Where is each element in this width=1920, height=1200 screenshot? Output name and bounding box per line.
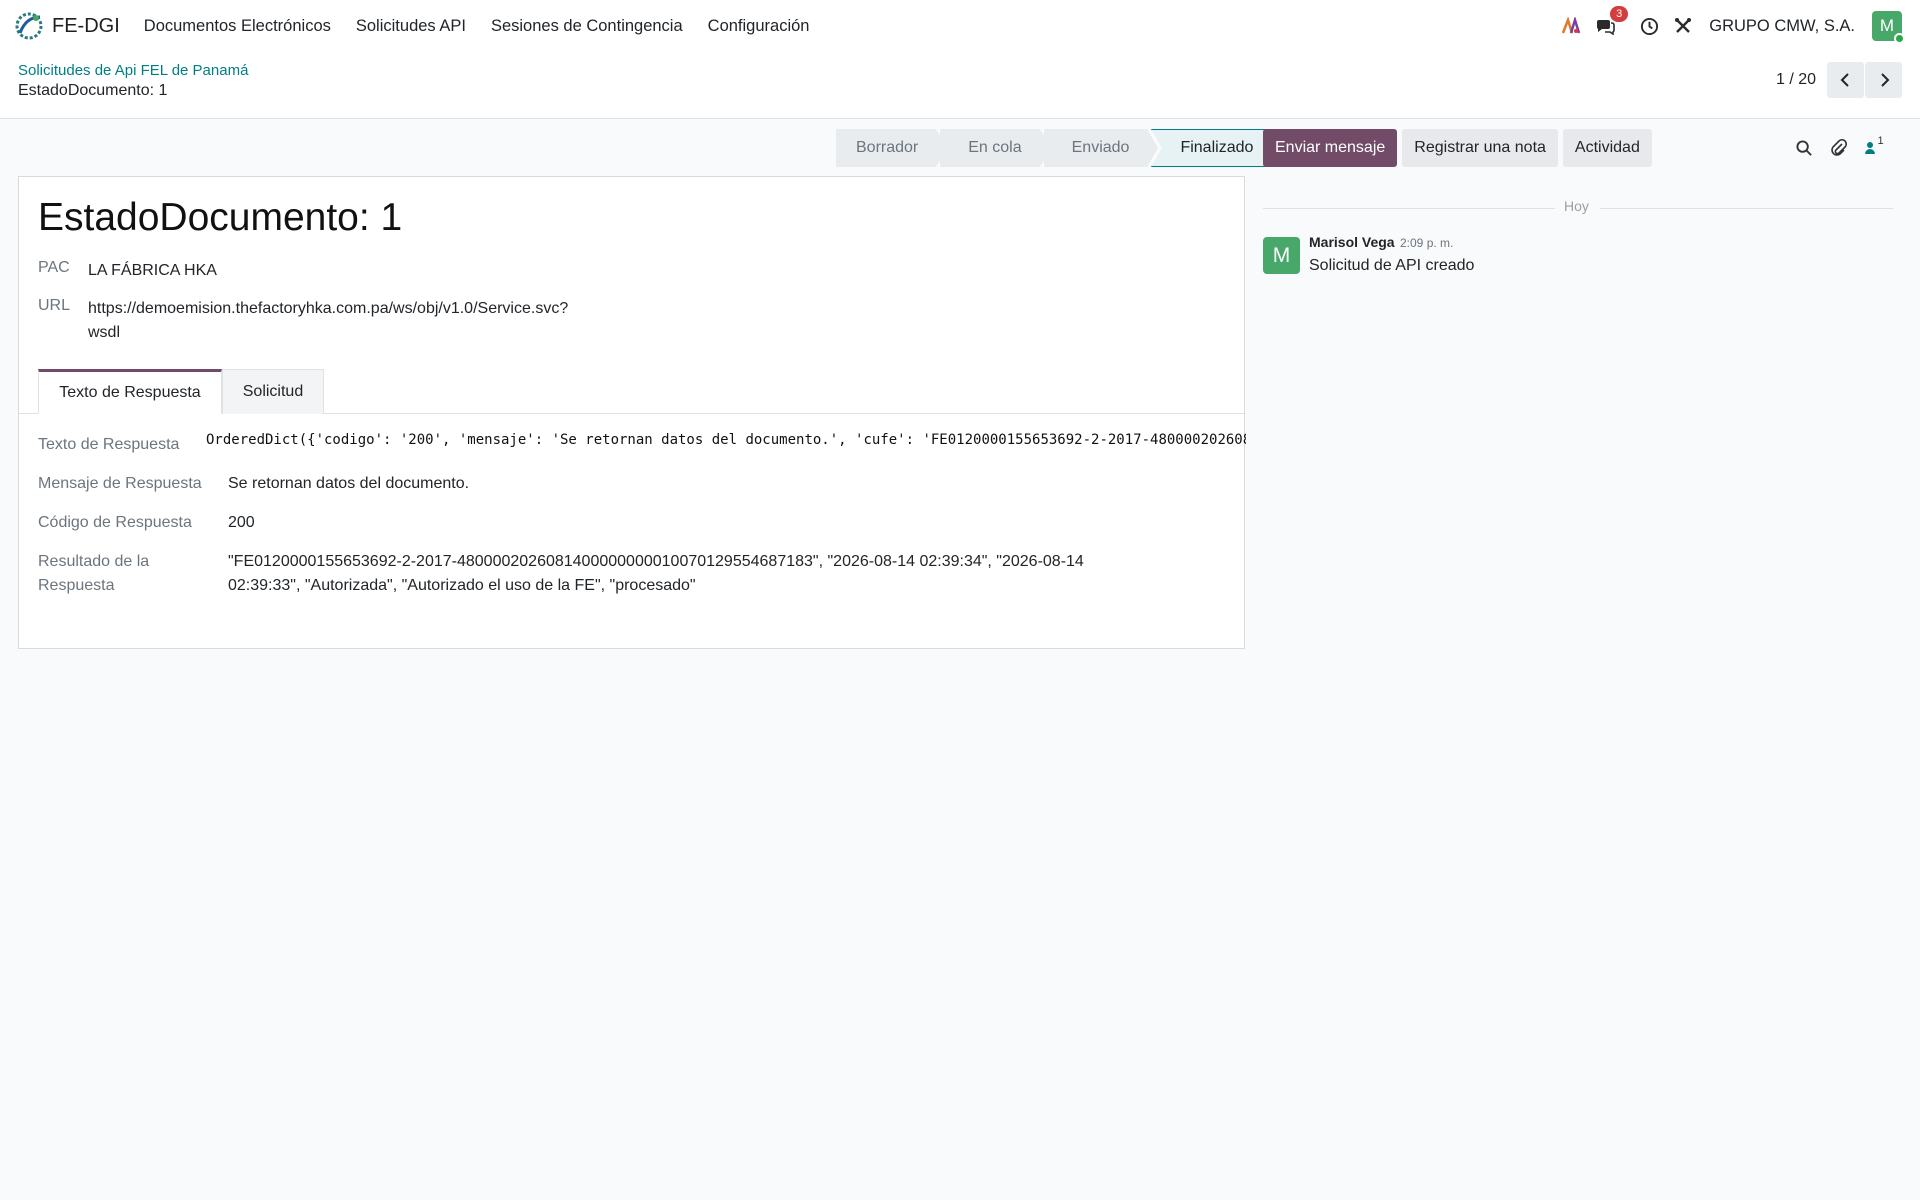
resultado-respuesta-label: Resultado de la Respuesta [38,550,149,598]
message-avatar-letter: M [1272,243,1291,267]
codigo-respuesta-value[interactable]: 200 [228,511,255,535]
tab-texto-de-respuesta[interactable]: Texto de Respuesta [38,369,222,414]
url-value[interactable]: https://demoemision.thefactoryhka.com.pa… [88,297,568,345]
search-icon[interactable] [1793,137,1815,159]
main-menu: Documentos Electrónicos Solicitudes API … [144,17,835,36]
app-logo-icon [15,12,43,40]
url-value-line1: https://demoemision.thefactoryhka.com.pa… [88,300,569,317]
user-avatar[interactable]: M [1872,11,1905,44]
followers-button[interactable]: 1 [1863,135,1885,159]
notebook-tabs: Texto de Respuesta Solicitud [19,369,1244,414]
chat-icon[interactable]: 3 [1594,6,1629,37]
user-icon [1865,142,1876,154]
message-count-badge: 3 [1610,6,1629,22]
brand[interactable]: FE-DGI [14,11,120,41]
breadcrumb-current-record: EstadoDocumento: 1 [18,82,168,99]
url-field: URL https://demoemision.thefactoryhka.co… [38,297,568,345]
app-name: FE-DGI [52,14,120,37]
message-author[interactable]: Marisol Vega [1309,234,1395,250]
send-message-button[interactable]: Enviar mensaje [1263,129,1398,167]
breadcrumb[interactable]: Solicitudes de Api FEL de Panamá [18,62,248,79]
company-switcher[interactable]: GRUPO CMW, S.A. [1709,17,1855,36]
codigo-respuesta-label: Código de Respuesta [38,514,192,531]
separator-line-left [1263,208,1555,209]
resultado-label-line1: Resultado de la [38,553,150,570]
tools-icon[interactable] [1672,15,1694,37]
date-separator: Hoy [1564,198,1589,214]
tab-solicitud[interactable]: Solicitud [222,369,324,414]
top-navbar: FE-DGI Documentos Electrónicos Solicitud… [0,0,1920,52]
resultado-respuesta-value[interactable]: "FE0120000155653692-2-2017-4800002026081… [228,550,1208,598]
chatter-actions: Enviar mensaje Registrar una nota Activi… [1263,129,1657,167]
chevron-right-icon [1880,73,1889,87]
pager-previous-button[interactable] [1827,62,1864,98]
ai-icon[interactable] [1560,15,1582,37]
navbar-systray: 3 GRUPO CMW, S.A. M [1548,0,1905,52]
pac-label: PAC [38,259,70,276]
message-time: 2:09 p. m. [1400,236,1454,250]
mensaje-respuesta-value[interactable]: Se retornan datos del documento. [228,472,469,496]
pac-field: PAC LA FÁBRICA HKA [38,259,217,283]
url-value-line2: wsdl [88,324,121,341]
chevron-left-icon [1840,73,1849,87]
log-note-button[interactable]: Registrar una nota [1402,129,1558,167]
pager-next-button[interactable] [1865,62,1902,98]
activity-button[interactable]: Actividad [1562,129,1652,167]
menu-configuracion[interactable]: Configuración [708,17,810,36]
menu-sesiones-contingencia[interactable]: Sesiones de Contingencia [491,17,683,36]
pac-value[interactable]: LA FÁBRICA HKA [88,259,217,283]
chatter-tools: 1 [1793,135,1898,159]
presence-indicator [1894,33,1905,44]
paperclip-icon[interactable] [1828,137,1850,159]
stage-enviado[interactable]: Enviado [1043,129,1159,167]
record-title: EstadoDocumento: 1 [38,196,403,239]
resultado-label-line2: Respuesta [38,577,115,594]
follower-count: 1 [1877,135,1884,147]
texto-respuesta-label: Texto de Respuesta [38,436,180,453]
form-sheet: EstadoDocumento: 1 PAC LA FÁBRICA HKA UR… [18,176,1246,649]
status-bar: Borrador En cola Enviado Finalizado [836,129,1276,167]
url-label: URL [38,297,71,314]
mensaje-respuesta-label: Mensaje de Respuesta [38,475,202,492]
message-author-avatar[interactable]: M [1263,237,1300,274]
stage-finalizado[interactable]: Finalizado [1151,129,1273,167]
texto-respuesta-value[interactable]: OrderedDict({'codigo': '200', 'mensaje':… [206,432,1246,448]
stage-en-cola[interactable]: En cola [940,129,1052,167]
menu-documentos-electronicos[interactable]: Documentos Electrónicos [144,17,331,36]
user-avatar-letter: M [1879,16,1895,35]
resultado-value-line2: 02:39:33", "Autorizada", "Autorizado el … [228,577,696,594]
separator-line-right [1600,208,1893,209]
resultado-value-line1: "FE0120000155653692-2-2017-4800002026081… [228,553,1084,570]
pager: 1 / 20 [1776,62,1902,98]
message-body: Solicitud de API creado [1309,257,1475,274]
clock-icon[interactable] [1638,15,1660,37]
pager-value[interactable]: 1 / 20 [1776,71,1816,89]
stage-borrador[interactable]: Borrador [836,129,948,167]
menu-solicitudes-api[interactable]: Solicitudes API [356,17,466,36]
control-panel: Solicitudes de Api FEL de Panamá EstadoD… [0,52,1920,119]
